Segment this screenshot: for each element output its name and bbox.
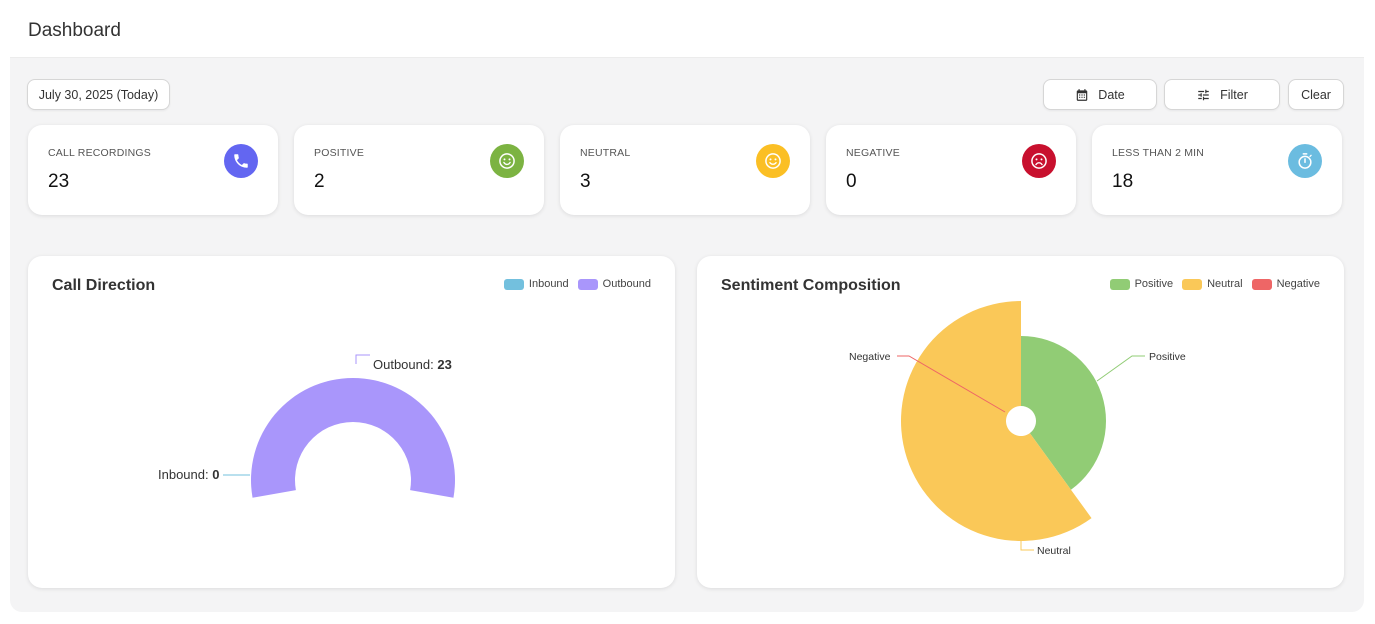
neutral-label: Neutral bbox=[1037, 545, 1071, 557]
frown-icon bbox=[1022, 144, 1056, 178]
stat-value: 0 bbox=[846, 171, 857, 192]
stat-card-less-than-2-min: LESS THAN 2 MIN 18 bbox=[1092, 125, 1342, 215]
positive-label: Positive bbox=[1149, 351, 1186, 363]
negative-label: Negative bbox=[849, 351, 891, 363]
date-button-label: Date bbox=[1098, 87, 1125, 102]
date-range-chip[interactable]: July 30, 2025 (Today) bbox=[27, 79, 170, 110]
filter-button[interactable]: Filter bbox=[1164, 79, 1280, 110]
calendar-icon bbox=[1075, 88, 1089, 102]
outbound-label-line bbox=[355, 354, 370, 364]
page-title: Dashboard bbox=[28, 20, 121, 41]
date-range-label: July 30, 2025 (Today) bbox=[38, 87, 159, 102]
stat-label: LESS THAN 2 MIN bbox=[1112, 147, 1205, 159]
stat-value: 18 bbox=[1112, 171, 1134, 192]
stat-label: NEGATIVE bbox=[846, 147, 900, 159]
call-direction-card: Call Direction Inbound Outbound Outbound… bbox=[28, 256, 675, 588]
page-header: Dashboard bbox=[10, 0, 1364, 58]
neutral-label-line bbox=[1020, 541, 1034, 551]
stopwatch-icon bbox=[1288, 144, 1322, 178]
clear-button[interactable]: Clear bbox=[1288, 79, 1344, 110]
clear-button-label: Clear bbox=[1301, 87, 1331, 102]
smile-icon bbox=[490, 144, 524, 178]
call-direction-chart: Outbound: 23 Inbound: 0 bbox=[158, 354, 455, 498]
sentiment-composition-card: Sentiment Composition Positive Neutral N… bbox=[697, 256, 1344, 588]
stat-card-neutral: NEUTRAL 3 bbox=[560, 125, 810, 215]
filter-button-label: Filter bbox=[1220, 87, 1248, 102]
stat-label: NEUTRAL bbox=[580, 147, 631, 159]
positive-label-line bbox=[1096, 355, 1145, 382]
stat-card-call-recordings: CALL RECORDINGS 23 bbox=[28, 125, 278, 215]
stat-value: 2 bbox=[314, 171, 325, 192]
stat-value: 3 bbox=[580, 171, 591, 192]
sentiment-composition-chart: Positive Neutral Negative bbox=[849, 301, 1186, 557]
inbound-label: Inbound: 0 bbox=[158, 467, 219, 482]
outbound-label: Outbound: 23 bbox=[373, 357, 452, 372]
neutral-face-icon bbox=[756, 144, 790, 178]
date-button[interactable]: Date bbox=[1043, 79, 1157, 110]
stat-label: POSITIVE bbox=[314, 147, 365, 159]
dashboard-frame: Dashboard July 30, 2025 (Today) Date Fil… bbox=[10, 0, 1364, 612]
phone-icon bbox=[224, 144, 258, 178]
stat-card-negative: NEGATIVE 0 bbox=[826, 125, 1076, 215]
sliders-icon bbox=[1196, 88, 1211, 102]
stat-label: CALL RECORDINGS bbox=[48, 147, 151, 159]
stat-value: 23 bbox=[48, 171, 70, 192]
stat-card-positive: POSITIVE 2 bbox=[294, 125, 544, 215]
outbound-slice[interactable] bbox=[251, 378, 455, 498]
